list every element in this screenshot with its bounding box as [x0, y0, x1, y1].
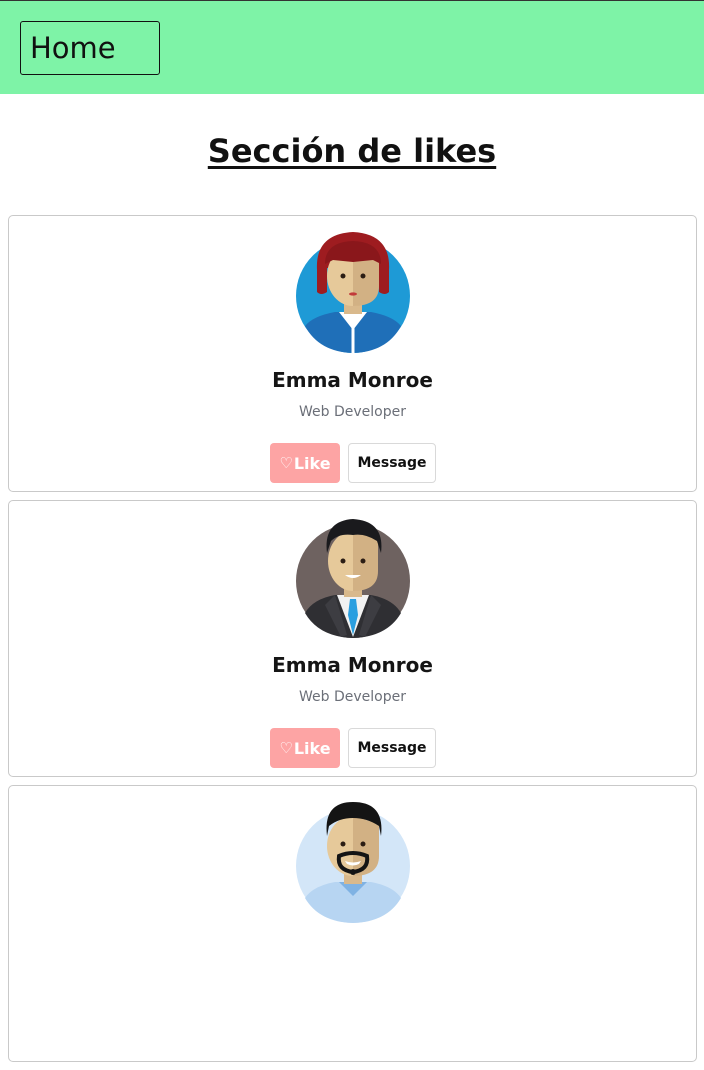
- like-button[interactable]: ♡ Like: [270, 728, 340, 768]
- like-label: Like: [293, 738, 331, 758]
- profile-card: Emma Monroe Web Developer ♡ Like Message: [8, 215, 697, 492]
- top-navbar: Home: [0, 0, 704, 94]
- home-button[interactable]: Home: [20, 21, 160, 75]
- message-button[interactable]: Message: [348, 728, 436, 768]
- profile-card: Emma Monroe Web Developer ♡ Like Message: [8, 500, 697, 777]
- heart-icon: ♡: [279, 454, 293, 472]
- card-list: Emma Monroe Web Developer ♡ Like Message …: [8, 215, 697, 1070]
- message-button[interactable]: Message: [348, 443, 436, 483]
- like-label: Like: [293, 453, 331, 473]
- card-role: Web Developer: [299, 689, 406, 705]
- card-name: Emma Monroe: [272, 368, 433, 392]
- man-goatee-avatar: [296, 802, 410, 923]
- man-suit-tie-avatar: [296, 519, 410, 638]
- profile-card: [8, 785, 697, 1062]
- card-name: Emma Monroe: [272, 653, 433, 677]
- heart-icon: ♡: [279, 739, 293, 757]
- woman-red-hair-avatar: [296, 232, 410, 353]
- like-button[interactable]: ♡ Like: [270, 443, 340, 483]
- card-role: Web Developer: [299, 404, 406, 420]
- page-title: Sección de likes: [207, 132, 497, 170]
